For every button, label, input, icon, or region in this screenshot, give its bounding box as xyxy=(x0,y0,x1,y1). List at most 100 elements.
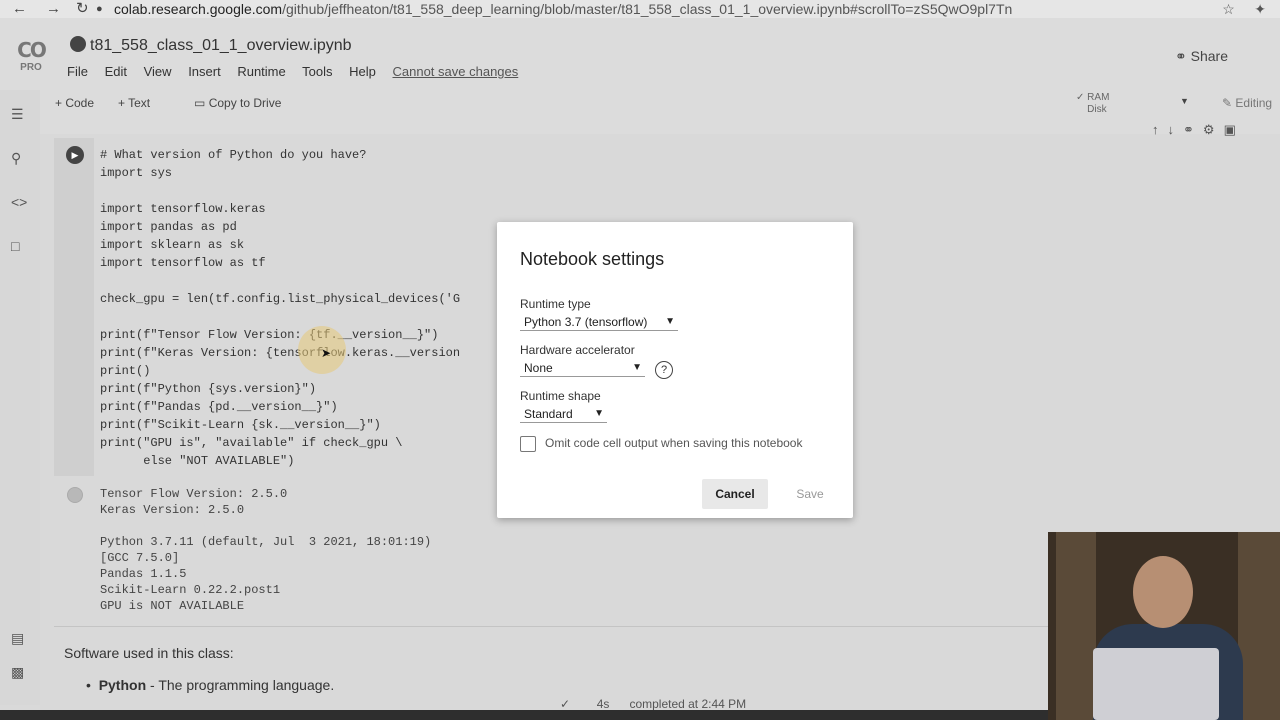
forward-arrow-icon[interactable]: → xyxy=(46,0,61,18)
markdown-list-item: • Python - The programming language. xyxy=(86,677,335,693)
copy-to-drive-button[interactable]: ▭ Copy to Drive xyxy=(194,96,281,110)
omit-output-checkbox[interactable] xyxy=(520,436,536,452)
ram-label: RAM xyxy=(1087,92,1110,103)
code-snippets-icon[interactable]: <> xyxy=(11,194,27,210)
disk-label: Disk xyxy=(1087,104,1107,115)
menu-edit[interactable]: Edit xyxy=(105,64,127,79)
markdown-item-bold: Python xyxy=(98,677,147,693)
move-down-icon[interactable]: ↓ xyxy=(1168,122,1184,137)
cancel-button[interactable]: Cancel xyxy=(702,479,768,509)
colab-logo[interactable]: CO PRO xyxy=(14,38,48,78)
colab-header: CO PRO t81_558_class_01_1_overview.ipynb… xyxy=(0,18,1280,90)
add-text-button[interactable]: + Text xyxy=(118,96,150,110)
command-palette-icon[interactable]: ▤ xyxy=(11,630,24,647)
colab-logo-icon: CO xyxy=(17,38,47,62)
run-cell-button[interactable]: ▶ xyxy=(66,146,84,164)
output-line: [GCC 7.5.0] xyxy=(100,551,180,565)
code-line: import pandas as pd xyxy=(100,220,237,234)
table-of-contents-icon[interactable]: ☰ xyxy=(11,106,24,123)
menu-file[interactable]: File xyxy=(67,64,88,79)
code-cell-source[interactable]: # What version of Python do you have? imp… xyxy=(100,146,460,470)
cannot-save-warning[interactable]: Cannot save changes xyxy=(393,64,519,79)
chevron-down-icon[interactable]: ▼ xyxy=(1180,96,1189,106)
search-icon[interactable]: ⚲ xyxy=(11,150,21,167)
webcam-overlay xyxy=(1048,532,1280,720)
code-line: # What version of Python do you have? xyxy=(100,148,367,162)
notebook-settings-dialog: Notebook settings Runtime type Python 3.… xyxy=(497,222,853,518)
url-domain: colab.research.google.com xyxy=(114,1,283,17)
hardware-accelerator-select[interactable]: None ▼ xyxy=(520,360,645,377)
runtime-shape-select[interactable]: Standard ▼ xyxy=(520,406,607,423)
pro-badge: PRO xyxy=(20,62,42,73)
address-bar[interactable]: colab.research.google.com/github/jeffhea… xyxy=(114,0,1012,18)
execution-duration: 4s xyxy=(596,697,610,711)
gear-icon[interactable]: ⚙ xyxy=(1203,122,1224,137)
folder-icon[interactable]: □ xyxy=(11,238,19,254)
cell-actions: ↑↓⚭⚙▣ xyxy=(1152,122,1245,138)
code-line: import sys xyxy=(100,166,173,180)
output-line: Tensor Flow Version: 2.5.0 xyxy=(100,487,288,501)
reload-icon[interactable]: ↻ xyxy=(76,0,89,18)
output-line: GPU is NOT AVAILABLE xyxy=(100,599,245,613)
extension-icon[interactable]: ✦ xyxy=(1254,1,1266,17)
markdown-heading: Software used in this class: xyxy=(64,645,234,661)
save-button[interactable]: Save xyxy=(787,479,833,509)
code-line: else "NOT AVAILABLE") xyxy=(100,454,295,468)
left-sidebar: ☰ ⚲ <> □ ▤ ▩ xyxy=(0,90,40,705)
mirror-cell-icon[interactable]: ▣ xyxy=(1224,122,1245,137)
execution-status: ✓ 4s completed at 2:44 PM xyxy=(560,697,746,711)
bookshelf xyxy=(1238,532,1280,720)
notebook-title-text: t81_558_class_01_1_overview.ipynb xyxy=(90,37,352,54)
output-clear-icon[interactable] xyxy=(67,487,83,503)
completed-time: completed at 2:44 PM xyxy=(629,697,747,711)
presenter-head xyxy=(1133,556,1193,628)
share-button[interactable]: ⚭ Share xyxy=(1175,48,1228,65)
code-line: print(f"Python {sys.version}") xyxy=(100,382,317,396)
menu-help[interactable]: Help xyxy=(349,64,376,79)
hardware-accelerator-value: None xyxy=(524,361,553,375)
code-line: print(f"Scikit-Learn {sk.__version__}") xyxy=(100,418,381,432)
code-line: import tensorflow as tf xyxy=(100,256,266,270)
output-line: Python 3.7.11 (default, Jul 3 2021, 18:0… xyxy=(100,535,432,549)
browser-icons: ☆ ✦ xyxy=(1222,0,1266,18)
output-line: Pandas 1.1.5 xyxy=(100,567,187,581)
menu-insert[interactable]: Insert xyxy=(188,64,221,79)
editing-label: Editing xyxy=(1235,96,1273,110)
menu-tools[interactable]: Tools xyxy=(302,64,332,79)
play-icon: ▶ xyxy=(71,150,79,160)
editing-mode[interactable]: ✎ Editing xyxy=(1222,96,1272,110)
laptop xyxy=(1093,648,1219,720)
lock-icon: ● xyxy=(96,3,103,15)
code-line: import tensorflow.keras xyxy=(100,202,266,216)
menu-bar: File Edit View Insert Runtime Tools Help… xyxy=(67,64,531,79)
code-line: import sklearn as sk xyxy=(100,238,245,252)
omit-output-label: Omit code cell output when saving this n… xyxy=(545,436,803,450)
chevron-down-icon: ▼ xyxy=(632,362,642,373)
help-icon[interactable]: ? xyxy=(655,361,673,379)
share-label: Share xyxy=(1190,48,1228,64)
add-code-button[interactable]: + Code xyxy=(55,96,94,110)
browser-toolbar: ← → ↻ ● colab.research.google.com/github… xyxy=(0,0,1280,18)
link-cell-icon[interactable]: ⚭ xyxy=(1183,122,1203,137)
back-arrow-icon[interactable]: ← xyxy=(12,0,27,18)
chevron-down-icon: ▼ xyxy=(665,316,675,327)
notebook-title[interactable]: t81_558_class_01_1_overview.ipynb xyxy=(70,36,352,55)
code-cell-gutter xyxy=(54,138,94,476)
move-up-icon[interactable]: ↑ xyxy=(1152,122,1168,137)
terminal-icon[interactable]: ▩ xyxy=(11,664,24,681)
star-icon[interactable]: ☆ xyxy=(1222,1,1235,17)
cell-output: Tensor Flow Version: 2.5.0 Keras Version:… xyxy=(100,486,431,614)
runtime-type-label: Runtime type xyxy=(520,297,591,311)
pencil-icon: ✎ xyxy=(1222,96,1233,110)
mouse-pointer-icon: ➤ xyxy=(321,346,332,360)
chevron-down-icon: ▼ xyxy=(594,408,604,419)
runtime-shape-label: Runtime shape xyxy=(520,389,601,403)
runtime-type-select[interactable]: Python 3.7 (tensorflow) ▼ xyxy=(520,314,678,331)
resource-indicator[interactable]: ✓ RAM Disk xyxy=(1076,92,1109,116)
menu-view[interactable]: View xyxy=(144,64,172,79)
menu-runtime[interactable]: Runtime xyxy=(237,64,285,79)
github-icon xyxy=(70,36,86,52)
